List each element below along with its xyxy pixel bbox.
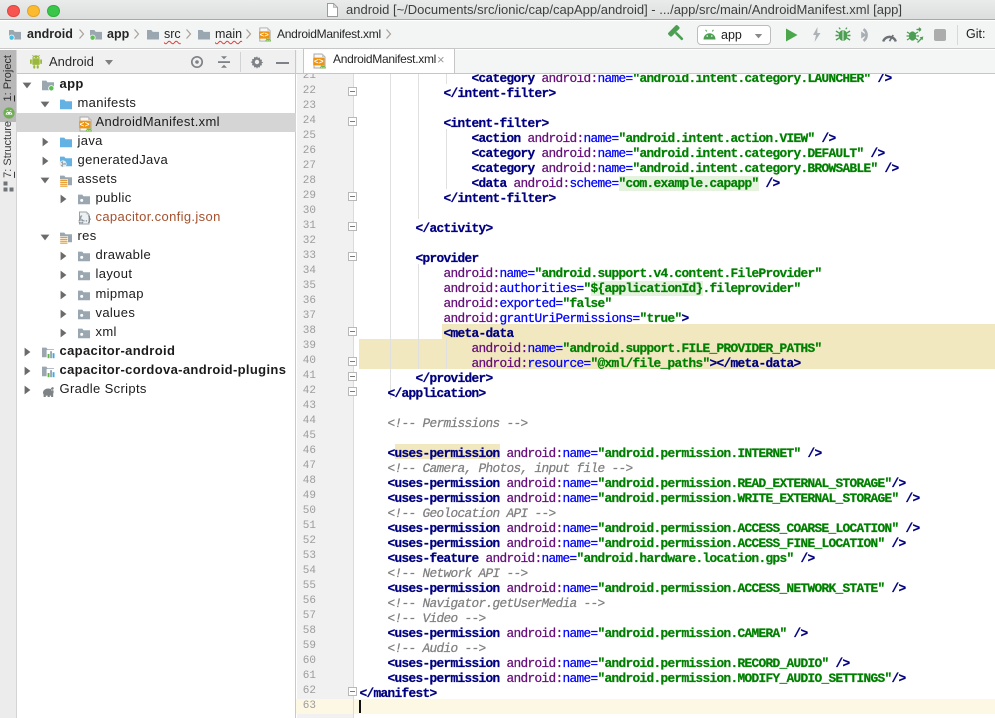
svg-text:<>: <>: [314, 57, 324, 66]
